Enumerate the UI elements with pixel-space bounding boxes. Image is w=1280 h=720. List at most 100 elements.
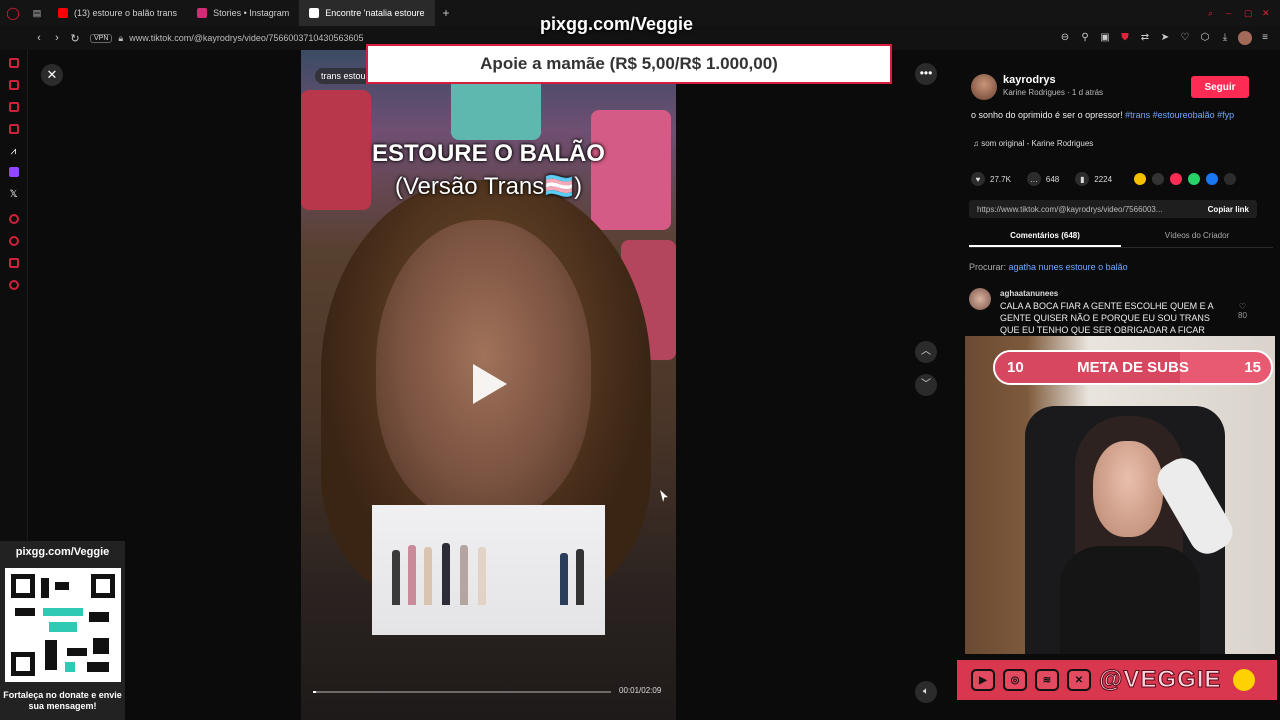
next-video-button[interactable]: ﹀ (915, 374, 937, 396)
figure (392, 550, 400, 605)
subs-goal-label: META DE SUBS (1077, 359, 1189, 376)
search-tabs-icon[interactable]: ⌕ (1208, 8, 1226, 19)
profile-avatar[interactable] (1238, 31, 1252, 45)
more-options-button[interactable]: ••• (915, 63, 937, 85)
back-icon[interactable]: ‹ (30, 32, 48, 44)
previous-video-button[interactable]: ︿ (915, 341, 937, 363)
youtube-social-icon: ▶ (971, 669, 995, 691)
copy-link-button[interactable]: Copiar link (1208, 205, 1249, 214)
snapshot-icon[interactable]: ▣ (1098, 31, 1112, 45)
pin-icon[interactable]: ⚲ (1078, 31, 1092, 45)
extensions-icon[interactable]: ⬡ (1198, 31, 1212, 45)
menu-icon[interactable]: ≡ (1258, 31, 1272, 45)
aria-icon[interactable] (8, 58, 19, 68)
qr-donation-box: pixgg.com/Veggie Fortaleça no donate e e… (0, 541, 125, 720)
background-bag (591, 110, 671, 230)
comment-username[interactable]: aghaatanunees (1000, 289, 1058, 298)
related-search-query[interactable]: agatha nunes estoure o balão (1009, 262, 1128, 272)
bookmarks-icon[interactable] (8, 258, 19, 268)
tab-tiktok[interactable]: Encontre 'natalia estoure (299, 0, 435, 26)
creator-avatar[interactable] (971, 74, 997, 100)
comment-like[interactable]: ♡ 80 (1238, 302, 1247, 320)
stream-url-overlay: pixgg.com/Veggie (540, 14, 694, 34)
video-caption-title: ESTOURE O BALÃO (372, 140, 605, 167)
figure (478, 547, 486, 605)
url-field[interactable]: www.tiktok.com/@kayrodrys/video/75660037… (129, 33, 363, 43)
send-share-icon[interactable] (1170, 173, 1183, 185)
shopping-icon[interactable] (8, 80, 19, 90)
maximize-button[interactable]: ▢ (1244, 8, 1262, 19)
comment-heart-icon: ♡ (1238, 302, 1247, 311)
minimize-button[interactable]: – (1226, 8, 1244, 18)
facebook-share-icon[interactable] (1206, 173, 1219, 185)
zoom-icon[interactable]: ⊖ (1058, 31, 1072, 45)
whatsapp-icon[interactable] (8, 214, 19, 224)
related-search[interactable]: Procurar: agatha nunes estoure o balão (969, 262, 1128, 272)
shield-icon[interactable]: ⛊ (1118, 31, 1132, 45)
close-window-button[interactable]: ✕ (1262, 8, 1280, 19)
video-search-chip[interactable]: trans estou (315, 68, 372, 84)
comment-icon[interactable]: … (1026, 172, 1041, 186)
like-icon[interactable]: ♥ (971, 172, 985, 186)
qr-caption: Fortaleça no donate e envie sua mensagem… (3, 690, 122, 711)
translate-icon[interactable]: ⇄ (1138, 31, 1152, 45)
twitch-icon[interactable] (8, 167, 19, 177)
new-tab-button[interactable]: + (443, 6, 450, 20)
tiktok-sidebar-icon[interactable]: ⩘ (0, 146, 27, 157)
streamer-body (1060, 546, 1200, 654)
music-row[interactable]: ♫ som original - Karine Rodrigues (973, 139, 1093, 148)
post-link[interactable]: https://www.tiktok.com/@kayrodrys/video/… (977, 205, 1163, 214)
tiktok-icon (309, 8, 320, 18)
coin-icon[interactable] (1134, 173, 1147, 185)
comment-avatar[interactable] (969, 288, 991, 310)
qr-code (5, 568, 121, 682)
forward-icon[interactable]: › (48, 32, 66, 44)
player-icon[interactable] (8, 124, 19, 134)
bookmark-icon[interactable]: ▮ (1075, 172, 1090, 186)
hashtags[interactable]: #trans #estoureobalão #fyp (1125, 110, 1234, 120)
embed-icon[interactable] (1152, 173, 1165, 185)
subs-goal-bar: 10 META DE SUBS 15 (993, 350, 1273, 385)
play-icon[interactable] (473, 364, 507, 404)
qr-module (41, 578, 49, 598)
tab-youtube[interactable]: (13) estoure o balão trans (48, 0, 187, 26)
close-video-button[interactable]: ✕ (41, 64, 63, 86)
comment-text: CALA A BOCA FIAR A GENTE ESCOLHE QUEM E … (1000, 301, 1214, 335)
tab-overview-icon[interactable]: ▤ (26, 8, 48, 19)
qr-module (43, 608, 83, 616)
qr-module (15, 608, 35, 616)
mute-button[interactable]: 🔈︎ (915, 681, 937, 703)
x-social-icon: ✕ (1067, 669, 1091, 691)
figure (424, 547, 432, 605)
tab-instagram[interactable]: Stories • Instagram (187, 0, 299, 26)
video-progress-bar[interactable] (313, 691, 611, 693)
heart-icon[interactable]: ♡ (1178, 31, 1192, 45)
streamer-face (1093, 441, 1163, 537)
settings-icon[interactable] (8, 280, 19, 290)
opera-logo-icon[interactable]: ◯ (0, 6, 26, 20)
figure (408, 545, 416, 605)
history-icon[interactable] (8, 236, 19, 246)
download-icon[interactable]: ⤓ (1218, 31, 1232, 45)
qr-finder (11, 574, 35, 598)
video-caption-subtitle: (Versão Trans🏳️‍⚧️) (394, 173, 583, 200)
reload-icon[interactable]: ↻ (66, 32, 84, 45)
social-handle-bar: ▶ ◎ ≋ ✕ @VEGGIE (957, 660, 1277, 700)
tab-creator-videos[interactable]: Vídeos do Criador (1121, 224, 1273, 247)
post-description: o sonho do oprimido é ser o opressor! #t… (971, 110, 1235, 120)
share-arrow-icon[interactable] (1224, 173, 1237, 185)
tab-comments[interactable]: Comentários (648) (969, 224, 1121, 247)
figure (576, 549, 584, 605)
follow-button[interactable]: Seguir (1191, 76, 1249, 98)
qr-module (45, 640, 57, 670)
whatsapp-share-icon[interactable] (1188, 173, 1201, 185)
video-player[interactable]: trans estou ESTOURE O BALÃO (Versão Tran… (301, 50, 676, 720)
qr-module (65, 662, 75, 672)
lock-icon: 🔒︎ (118, 32, 124, 43)
creator-username[interactable]: kayrodrys (1003, 74, 1056, 86)
figure (442, 543, 450, 605)
messenger-icon[interactable] (8, 102, 19, 112)
send-icon[interactable]: ➤ (1158, 31, 1172, 45)
x-icon[interactable]: 𝕏 (0, 189, 27, 200)
vpn-badge[interactable]: VPN (90, 33, 113, 43)
